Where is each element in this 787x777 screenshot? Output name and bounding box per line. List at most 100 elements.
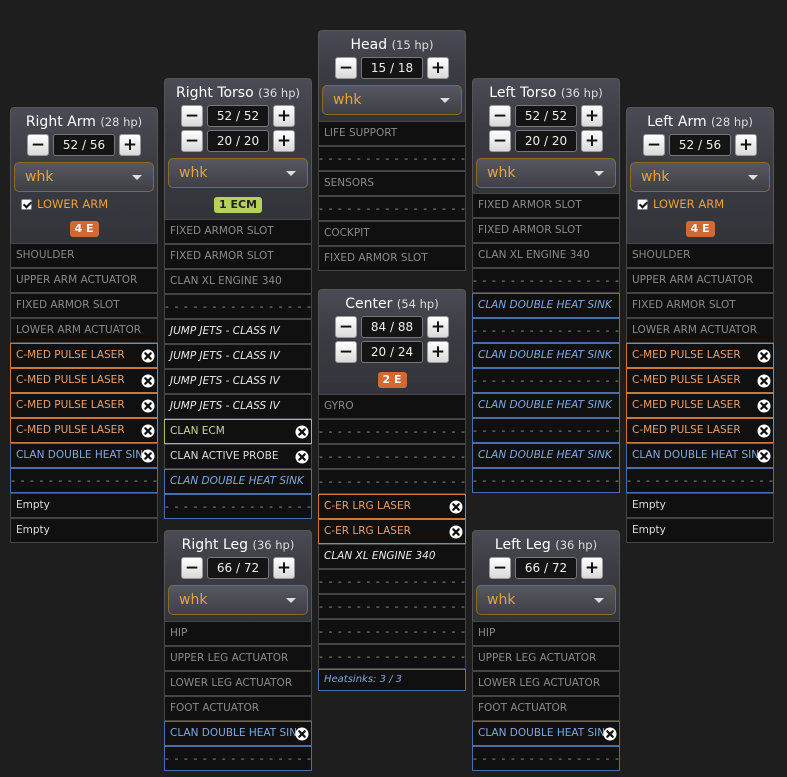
armor-increase-button[interactable]: + xyxy=(427,57,449,79)
weapon-slot[interactable]: C-ER LRG LASER xyxy=(318,494,466,519)
armor-type-select[interactable]: whk xyxy=(476,585,616,615)
close-icon[interactable] xyxy=(603,727,617,741)
armor-decrease-button[interactable]: − xyxy=(643,134,665,156)
empty-slot[interactable]: Empty xyxy=(10,493,158,518)
weapon-slot[interactable]: C-MED PULSE LASER xyxy=(626,368,774,393)
location-name: Left Leg xyxy=(494,537,551,553)
slot-label: CLAN DOUBLE HEAT SINK xyxy=(170,727,305,739)
close-icon[interactable] xyxy=(757,374,771,388)
armor-increase-button[interactable]: + xyxy=(581,557,603,579)
close-icon[interactable] xyxy=(295,727,309,741)
ecm-slot[interactable]: CLAN ECM xyxy=(164,419,312,444)
center-header: Center (54 hp) − 84 / 88 + − 20 / 24 + 2… xyxy=(318,289,466,394)
rear-armor-decrease-button[interactable]: − xyxy=(489,130,511,152)
close-icon[interactable] xyxy=(141,424,155,438)
slot-continuation: - - - - - - - - - - - - - - - - - xyxy=(626,468,774,493)
armor-type-select[interactable]: whk xyxy=(14,162,154,192)
empty-slot[interactable]: Empty xyxy=(10,518,158,543)
select-value: whk xyxy=(333,92,362,108)
select-value: whk xyxy=(179,592,208,608)
armor-increase-button[interactable]: + xyxy=(119,134,141,156)
armor-value[interactable]: 15 / 18 xyxy=(361,57,423,79)
armor-increase-button[interactable]: + xyxy=(427,316,449,338)
armor-increase-button[interactable]: + xyxy=(273,557,295,579)
armor-type-select[interactable]: whk xyxy=(322,85,462,115)
armor-control: − 52 / 56 + xyxy=(630,133,770,157)
heatsink-slot[interactable]: CLAN DOUBLE HEAT SINK xyxy=(164,721,312,746)
rear-armor-increase-button[interactable]: + xyxy=(273,130,295,152)
armor-type-select[interactable]: whk xyxy=(630,162,770,192)
armor-increase-button[interactable]: + xyxy=(273,105,295,127)
rear-armor-control: − 20 / 24 + xyxy=(322,340,462,364)
weapon-slot[interactable]: C-MED PULSE LASER xyxy=(626,343,774,368)
right-leg-header: Right Leg (36 hp) − 66 / 72 + whk xyxy=(164,530,312,621)
close-icon[interactable] xyxy=(141,449,155,463)
slot: COCKPIT xyxy=(318,221,466,246)
weapon-slot[interactable]: C-MED PULSE LASER xyxy=(10,418,158,443)
armor-type-select[interactable]: whk xyxy=(476,158,616,188)
rear-armor-value[interactable]: 20 / 20 xyxy=(207,130,269,152)
armor-decrease-button[interactable]: − xyxy=(27,134,49,156)
armor-control: − 66 / 72 + xyxy=(476,556,616,580)
armor-decrease-button[interactable]: − xyxy=(181,557,203,579)
weapon-slot[interactable]: C-MED PULSE LASER xyxy=(10,393,158,418)
armor-value[interactable]: 66 / 72 xyxy=(515,557,577,579)
left-arm-title: Left Arm (28 hp) xyxy=(630,112,770,132)
armor-type-select[interactable]: whk xyxy=(168,585,308,615)
front-armor-value[interactable]: 52 / 52 xyxy=(515,105,577,127)
weapon-slot[interactable]: C-MED PULSE LASER xyxy=(10,343,158,368)
close-icon[interactable] xyxy=(141,349,155,363)
close-icon[interactable] xyxy=(757,349,771,363)
checkbox-checked-icon[interactable] xyxy=(637,198,648,210)
close-icon[interactable] xyxy=(757,399,771,413)
heatsink-slot[interactable]: CLAN DOUBLE HEAT SINK xyxy=(472,721,620,746)
weapon-slot[interactable]: C-MED PULSE LASER xyxy=(626,393,774,418)
close-icon[interactable] xyxy=(757,449,771,463)
front-armor-value[interactable]: 84 / 88 xyxy=(361,316,423,338)
armor-increase-button[interactable]: + xyxy=(581,105,603,127)
caret-down-icon xyxy=(594,598,604,603)
armor-type-select[interactable]: whk xyxy=(168,158,308,188)
rear-armor-decrease-button[interactable]: − xyxy=(335,341,357,363)
armor-increase-button[interactable]: + xyxy=(735,134,757,156)
slot: FOOT ACTUATOR xyxy=(472,696,620,721)
rear-armor-increase-button[interactable]: + xyxy=(581,130,603,152)
armor-decrease-button[interactable]: − xyxy=(335,57,357,79)
close-icon[interactable] xyxy=(141,374,155,388)
rear-armor-value[interactable]: 20 / 20 xyxy=(515,130,577,152)
armor-value[interactable]: 52 / 56 xyxy=(669,134,731,156)
lower-arm-toggle[interactable]: LOWER ARM xyxy=(630,196,770,212)
weapon-slot[interactable]: C-MED PULSE LASER xyxy=(626,418,774,443)
slot-continuation: - - - - - - - - - - - - - - - - - xyxy=(164,746,312,771)
checkbox-checked-icon[interactable] xyxy=(21,198,32,210)
location-name: Right Arm xyxy=(25,114,96,130)
engine-heatsink-slot: CLAN DOUBLE HEAT SINK xyxy=(164,469,312,494)
close-icon[interactable] xyxy=(295,425,309,439)
close-icon[interactable] xyxy=(295,450,309,464)
slot-continuation: - - - - - - - - - - - - - - - - - xyxy=(318,196,466,221)
rear-armor-value[interactable]: 20 / 24 xyxy=(361,341,423,363)
empty-slot[interactable]: Empty xyxy=(626,493,774,518)
front-armor-value[interactable]: 52 / 52 xyxy=(207,105,269,127)
close-icon[interactable] xyxy=(449,525,463,539)
weapon-slot[interactable]: C-MED PULSE LASER xyxy=(10,368,158,393)
armor-value[interactable]: 52 / 56 xyxy=(53,134,115,156)
armor-decrease-button[interactable]: − xyxy=(335,316,357,338)
close-icon[interactable] xyxy=(141,399,155,413)
empty-slot[interactable]: Empty xyxy=(626,518,774,543)
lower-arm-toggle[interactable]: LOWER ARM xyxy=(14,196,154,212)
close-icon[interactable] xyxy=(449,500,463,514)
slot-continuation: - - - - - - - - - - - - - - - - - xyxy=(472,418,620,443)
armor-value[interactable]: 66 / 72 xyxy=(207,557,269,579)
close-icon[interactable] xyxy=(757,424,771,438)
rear-armor-decrease-button[interactable]: − xyxy=(181,130,203,152)
checkbox-label: LOWER ARM xyxy=(37,197,109,211)
rear-armor-increase-button[interactable]: + xyxy=(427,341,449,363)
weapon-slot[interactable]: C-ER LRG LASER xyxy=(318,519,466,544)
armor-decrease-button[interactable]: − xyxy=(489,557,511,579)
probe-slot[interactable]: CLAN ACTIVE PROBE xyxy=(164,444,312,469)
armor-decrease-button[interactable]: − xyxy=(181,105,203,127)
heatsink-slot[interactable]: CLAN DOUBLE HEAT SINK xyxy=(626,443,774,468)
armor-decrease-button[interactable]: − xyxy=(489,105,511,127)
heatsink-slot[interactable]: CLAN DOUBLE HEAT SINK xyxy=(10,443,158,468)
